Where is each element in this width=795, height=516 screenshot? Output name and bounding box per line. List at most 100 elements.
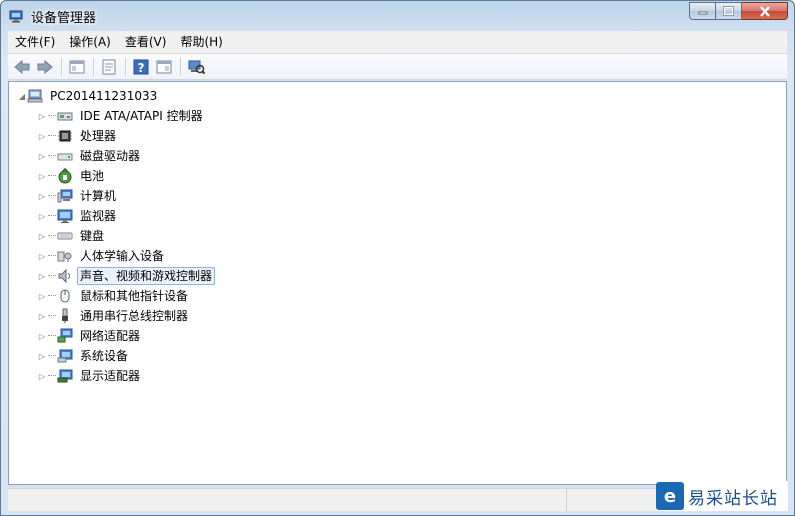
toolbar-separator <box>180 57 181 76</box>
expand-icon[interactable]: ▷ <box>37 166 47 186</box>
tree-item-label: 声音、视频和游戏控制器 <box>77 267 216 285</box>
watermark-text: 易采站长站 <box>688 488 778 509</box>
tree-item-label: 人体学输入设备 <box>80 249 165 263</box>
tree-root-label: PC201411231033 <box>50 89 158 103</box>
back-button[interactable] <box>11 56 33 78</box>
tree-item[interactable]: ▷ 人体学输入设备 <box>37 246 167 266</box>
expand-icon[interactable]: ▷ <box>37 126 47 146</box>
status-pane-main <box>8 489 567 511</box>
tree-item[interactable]: ▷ 声音、视频和游戏控制器 <box>37 266 216 286</box>
computer-icon <box>57 188 73 204</box>
menu-bar: 文件(F) 操作(A) 查看(V) 帮助(H) <box>8 31 787 54</box>
tree-item-label: 键盘 <box>80 229 105 243</box>
tree-connector <box>48 135 56 137</box>
expand-icon[interactable]: ▷ <box>37 266 47 286</box>
tree-item-label: 鼠标和其他指针设备 <box>80 289 189 303</box>
expand-icon[interactable]: ▷ <box>37 106 47 126</box>
scan-hardware-icon <box>188 60 205 74</box>
show-hide-tree-button[interactable] <box>66 56 88 78</box>
help-icon: ? <box>133 59 149 75</box>
tree-connector <box>48 235 56 237</box>
tree-item[interactable]: ▷ 处理器 <box>37 126 119 146</box>
system-device-icon <box>57 348 73 364</box>
device-tree[interactable]: ◢ PC201411231033 ▷ IDE ATA/ATAPI 控制器 ▷ 处理器 ▷… <box>8 81 787 485</box>
scan-hardware-button[interactable] <box>185 56 207 78</box>
window-controls <box>689 2 788 20</box>
display-adapter-icon <box>57 368 73 384</box>
tree-connector <box>48 175 56 177</box>
tree-connector <box>48 375 56 377</box>
minimize-button[interactable] <box>689 2 716 20</box>
tree-item-label: 显示适配器 <box>80 369 141 383</box>
usb-icon <box>57 308 73 324</box>
expand-icon[interactable]: ▷ <box>37 286 47 306</box>
status-pane-secondary <box>567 489 663 511</box>
computer-icon <box>27 88 43 104</box>
properties-button[interactable] <box>98 56 120 78</box>
maximize-button[interactable] <box>716 2 742 20</box>
svg-text:?: ? <box>138 61 145 75</box>
action-pane-icon <box>156 60 172 73</box>
help-button[interactable]: ? <box>130 56 152 78</box>
tree-item[interactable]: ▷ 通用串行总线控制器 <box>37 306 191 326</box>
menu-help[interactable]: 帮助(H) <box>173 32 229 52</box>
speaker-icon <box>57 268 73 284</box>
tree-item[interactable]: ▷ 磁盘驱动器 <box>37 146 143 166</box>
tree-item-label: 磁盘驱动器 <box>80 149 141 163</box>
expand-icon[interactable]: ▷ <box>37 186 47 206</box>
tree-connector <box>48 335 56 337</box>
tree-item[interactable]: ▷ 电池 <box>37 166 107 186</box>
processor-icon <box>57 128 73 144</box>
menu-file[interactable]: 文件(F) <box>8 32 62 52</box>
expand-icon[interactable]: ▷ <box>37 346 47 366</box>
expand-icon[interactable]: ▷ <box>37 146 47 166</box>
network-adapter-icon <box>57 328 73 344</box>
menu-action[interactable]: 操作(A) <box>62 32 118 52</box>
watermark-logo: e <box>656 482 684 510</box>
expand-icon[interactable]: ▷ <box>37 306 47 326</box>
menu-view[interactable]: 查看(V) <box>118 32 174 52</box>
maximize-icon <box>723 6 734 16</box>
tree-connector <box>48 315 56 317</box>
tree-item[interactable]: ▷ 计算机 <box>37 186 119 206</box>
title-bar[interactable]: 设备管理器 <box>1 1 794 31</box>
expand-icon[interactable]: ▷ <box>37 366 47 386</box>
disk-drive-icon <box>57 148 73 164</box>
tree-item[interactable]: ▷ IDE ATA/ATAPI 控制器 <box>37 106 206 126</box>
toolbar-separator <box>61 57 62 76</box>
collapse-icon[interactable]: ◢ <box>17 86 27 106</box>
expand-icon[interactable]: ▷ <box>37 206 47 226</box>
expand-icon[interactable]: ▷ <box>37 226 47 246</box>
expand-icon[interactable]: ▷ <box>37 326 47 346</box>
tree-item-label: 处理器 <box>80 129 117 143</box>
hid-icon <box>57 248 73 264</box>
action-pane-button[interactable] <box>153 56 175 78</box>
tree-item[interactable]: ▷ 键盘 <box>37 226 107 246</box>
battery-icon <box>57 168 73 184</box>
tree-item[interactable]: ▷ 网络适配器 <box>37 326 143 346</box>
close-button[interactable] <box>742 2 788 20</box>
mouse-icon <box>57 288 73 304</box>
watermark: e 易采站长站 <box>656 481 788 511</box>
tree-item[interactable]: ▷ 监视器 <box>37 206 119 226</box>
tree-root[interactable]: ◢ PC201411231033 <box>17 86 160 106</box>
tree-item-label: 通用串行总线控制器 <box>80 309 189 323</box>
tree-item[interactable]: ▷ 鼠标和其他指针设备 <box>37 286 191 306</box>
forward-button[interactable] <box>34 56 56 78</box>
tree-connector <box>48 115 56 117</box>
expand-icon[interactable]: ▷ <box>37 246 47 266</box>
tree-item[interactable]: ▷ 显示适配器 <box>37 366 143 386</box>
tree-connector <box>48 355 56 357</box>
back-icon <box>14 59 30 74</box>
tree-item-label: 监视器 <box>80 209 117 223</box>
tree-item-label: 系统设备 <box>80 349 129 363</box>
show-hide-tree-icon <box>69 60 85 73</box>
device-manager-window: 设备管理器 文件(F) 操作(A) 查看(V) 帮助(H) ? ◢ PC2014… <box>0 0 795 516</box>
tree-item[interactable]: ▷ 系统设备 <box>37 346 131 366</box>
ide-controller-icon <box>57 108 73 124</box>
minimize-icon <box>698 11 707 15</box>
tree-connector <box>48 155 56 157</box>
tree-item-label: 电池 <box>80 169 105 183</box>
tree-item-label: 计算机 <box>80 189 117 203</box>
tree-connector <box>48 215 56 217</box>
